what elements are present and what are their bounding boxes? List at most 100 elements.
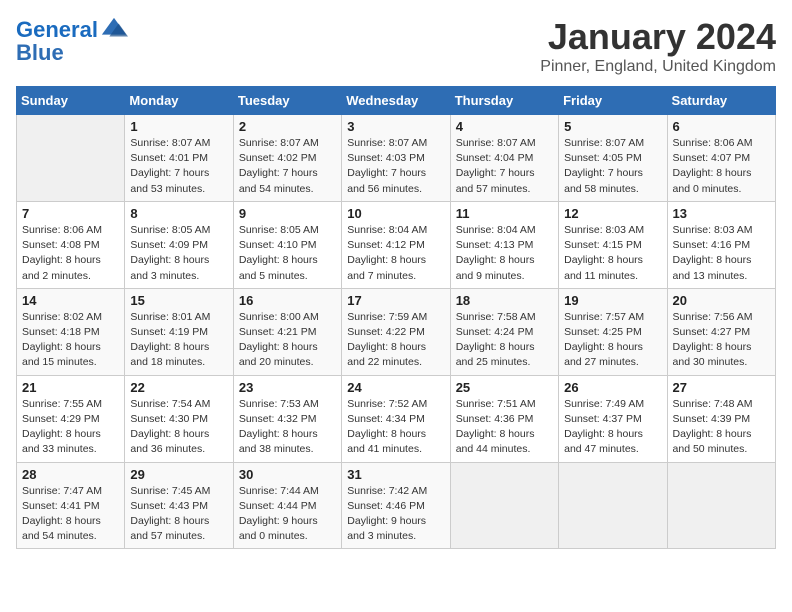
- calendar-cell: 20 Sunrise: 7:56 AMSunset: 4:27 PMDayligh…: [667, 288, 775, 375]
- calendar-subtitle: Pinner, England, United Kingdom: [540, 58, 776, 76]
- day-info: Sunrise: 8:06 AMSunset: 4:07 PMDaylight:…: [673, 136, 770, 197]
- day-number: 26: [564, 380, 661, 395]
- weekday-header: Friday: [559, 87, 667, 115]
- day-info: Sunrise: 8:03 AMSunset: 4:16 PMDaylight:…: [673, 223, 770, 284]
- day-info: Sunrise: 8:07 AMSunset: 4:04 PMDaylight:…: [456, 136, 553, 197]
- day-number: 12: [564, 206, 661, 221]
- day-number: 22: [130, 380, 227, 395]
- day-number: 11: [456, 206, 553, 221]
- day-number: 14: [22, 293, 119, 308]
- day-info: Sunrise: 8:07 AMSunset: 4:02 PMDaylight:…: [239, 136, 336, 197]
- day-info: Sunrise: 7:44 AMSunset: 4:44 PMDaylight:…: [239, 484, 336, 545]
- calendar-cell: 24 Sunrise: 7:52 AMSunset: 4:34 PMDayligh…: [342, 375, 450, 462]
- day-number: 30: [239, 467, 336, 482]
- day-info: Sunrise: 8:06 AMSunset: 4:08 PMDaylight:…: [22, 223, 119, 284]
- day-info: Sunrise: 8:02 AMSunset: 4:18 PMDaylight:…: [22, 310, 119, 371]
- day-info: Sunrise: 8:01 AMSunset: 4:19 PMDaylight:…: [130, 310, 227, 371]
- calendar-cell: 26 Sunrise: 7:49 AMSunset: 4:37 PMDayligh…: [559, 375, 667, 462]
- calendar-cell: 3 Sunrise: 8:07 AMSunset: 4:03 PMDaylight…: [342, 115, 450, 202]
- day-number: 3: [347, 119, 444, 134]
- calendar-cell: [559, 462, 667, 549]
- logo-icon: [100, 16, 128, 44]
- day-number: 1: [130, 119, 227, 134]
- calendar-cell: 23 Sunrise: 7:53 AMSunset: 4:32 PMDayligh…: [233, 375, 341, 462]
- calendar-cell: 22 Sunrise: 7:54 AMSunset: 4:30 PMDayligh…: [125, 375, 233, 462]
- day-number: 10: [347, 206, 444, 221]
- calendar-week-row: 28 Sunrise: 7:47 AMSunset: 4:41 PMDayligh…: [17, 462, 776, 549]
- weekday-header: Monday: [125, 87, 233, 115]
- day-number: 16: [239, 293, 336, 308]
- day-info: Sunrise: 8:05 AMSunset: 4:10 PMDaylight:…: [239, 223, 336, 284]
- title-block: January 2024 Pinner, England, United Kin…: [540, 16, 776, 76]
- calendar-cell: 7 Sunrise: 8:06 AMSunset: 4:08 PMDaylight…: [17, 201, 125, 288]
- calendar-cell: 14 Sunrise: 8:02 AMSunset: 4:18 PMDayligh…: [17, 288, 125, 375]
- calendar-cell: 21Sunrise: 7:55 AMSunset: 4:29 PMDayligh…: [17, 375, 125, 462]
- day-info: Sunrise: 7:54 AMSunset: 4:30 PMDaylight:…: [130, 397, 227, 458]
- day-info: Sunrise: 7:56 AMSunset: 4:27 PMDaylight:…: [673, 310, 770, 371]
- calendar-cell: 8 Sunrise: 8:05 AMSunset: 4:09 PMDaylight…: [125, 201, 233, 288]
- calendar-cell: [667, 462, 775, 549]
- weekday-header: Wednesday: [342, 87, 450, 115]
- day-number: 31: [347, 467, 444, 482]
- calendar-cell: [450, 462, 558, 549]
- calendar-cell: 25Sunrise: 7:51 AMSunset: 4:36 PMDayligh…: [450, 375, 558, 462]
- day-number: 20: [673, 293, 770, 308]
- logo-text: General: [16, 18, 98, 42]
- day-number: 15: [130, 293, 227, 308]
- calendar-cell: 19Sunrise: 7:57 AMSunset: 4:25 PMDayligh…: [559, 288, 667, 375]
- weekday-header-row: SundayMondayTuesdayWednesdayThursdayFrid…: [17, 87, 776, 115]
- day-number: 24: [347, 380, 444, 395]
- calendar-title: January 2024: [540, 16, 776, 58]
- day-info: Sunrise: 7:55 AMSunset: 4:29 PMDaylight:…: [22, 397, 119, 458]
- day-number: 9: [239, 206, 336, 221]
- day-info: Sunrise: 8:04 AMSunset: 4:12 PMDaylight:…: [347, 223, 444, 284]
- weekday-header: Sunday: [17, 87, 125, 115]
- day-info: Sunrise: 8:05 AMSunset: 4:09 PMDaylight:…: [130, 223, 227, 284]
- day-info: Sunrise: 7:47 AMSunset: 4:41 PMDaylight:…: [22, 484, 119, 545]
- calendar-cell: 29Sunrise: 7:45 AMSunset: 4:43 PMDayligh…: [125, 462, 233, 549]
- day-info: Sunrise: 7:52 AMSunset: 4:34 PMDaylight:…: [347, 397, 444, 458]
- day-number: 17: [347, 293, 444, 308]
- calendar-cell: 18Sunrise: 7:58 AMSunset: 4:24 PMDayligh…: [450, 288, 558, 375]
- day-info: Sunrise: 8:07 AMSunset: 4:03 PMDaylight:…: [347, 136, 444, 197]
- day-info: Sunrise: 8:03 AMSunset: 4:15 PMDaylight:…: [564, 223, 661, 284]
- day-info: Sunrise: 8:07 AMSunset: 4:05 PMDaylight:…: [564, 136, 661, 197]
- calendar-cell: 13Sunrise: 8:03 AMSunset: 4:16 PMDayligh…: [667, 201, 775, 288]
- calendar-cell: 15 Sunrise: 8:01 AMSunset: 4:19 PMDayligh…: [125, 288, 233, 375]
- calendar-cell: 10 Sunrise: 8:04 AMSunset: 4:12 PMDayligh…: [342, 201, 450, 288]
- calendar-cell: 31 Sunrise: 7:42 AMSunset: 4:46 PMDayligh…: [342, 462, 450, 549]
- day-info: Sunrise: 8:00 AMSunset: 4:21 PMDaylight:…: [239, 310, 336, 371]
- calendar-cell: 1 Sunrise: 8:07 AMSunset: 4:01 PMDaylight…: [125, 115, 233, 202]
- day-info: Sunrise: 7:49 AMSunset: 4:37 PMDaylight:…: [564, 397, 661, 458]
- day-number: 27: [673, 380, 770, 395]
- calendar-cell: 27Sunrise: 7:48 AMSunset: 4:39 PMDayligh…: [667, 375, 775, 462]
- calendar-cell: 2 Sunrise: 8:07 AMSunset: 4:02 PMDaylight…: [233, 115, 341, 202]
- day-info: Sunrise: 7:53 AMSunset: 4:32 PMDaylight:…: [239, 397, 336, 458]
- calendar-cell: 17Sunrise: 7:59 AMSunset: 4:22 PMDayligh…: [342, 288, 450, 375]
- weekday-header: Tuesday: [233, 87, 341, 115]
- calendar-cell: 4 Sunrise: 8:07 AMSunset: 4:04 PMDaylight…: [450, 115, 558, 202]
- day-number: 7: [22, 206, 119, 221]
- day-number: 4: [456, 119, 553, 134]
- day-number: 28: [22, 467, 119, 482]
- calendar-cell: 12 Sunrise: 8:03 AMSunset: 4:15 PMDayligh…: [559, 201, 667, 288]
- calendar-cell: 28 Sunrise: 7:47 AMSunset: 4:41 PMDayligh…: [17, 462, 125, 549]
- day-number: 23: [239, 380, 336, 395]
- day-number: 25: [456, 380, 553, 395]
- day-number: 19: [564, 293, 661, 308]
- calendar-cell: 30 Sunrise: 7:44 AMSunset: 4:44 PMDayligh…: [233, 462, 341, 549]
- day-info: Sunrise: 7:58 AMSunset: 4:24 PMDaylight:…: [456, 310, 553, 371]
- day-number: 8: [130, 206, 227, 221]
- calendar-cell: 11 Sunrise: 8:04 AMSunset: 4:13 PMDayligh…: [450, 201, 558, 288]
- day-info: Sunrise: 7:42 AMSunset: 4:46 PMDaylight:…: [347, 484, 444, 545]
- weekday-header: Thursday: [450, 87, 558, 115]
- day-number: 6: [673, 119, 770, 134]
- page-header: General Blue January 2024 Pinner, Englan…: [16, 16, 776, 76]
- day-info: Sunrise: 8:07 AMSunset: 4:01 PMDaylight:…: [130, 136, 227, 197]
- calendar-week-row: 14 Sunrise: 8:02 AMSunset: 4:18 PMDayligh…: [17, 288, 776, 375]
- calendar-table: SundayMondayTuesdayWednesdayThursdayFrid…: [16, 86, 776, 549]
- day-number: 2: [239, 119, 336, 134]
- calendar-week-row: 7 Sunrise: 8:06 AMSunset: 4:08 PMDaylight…: [17, 201, 776, 288]
- day-info: Sunrise: 8:04 AMSunset: 4:13 PMDaylight:…: [456, 223, 553, 284]
- calendar-cell: 16 Sunrise: 8:00 AMSunset: 4:21 PMDayligh…: [233, 288, 341, 375]
